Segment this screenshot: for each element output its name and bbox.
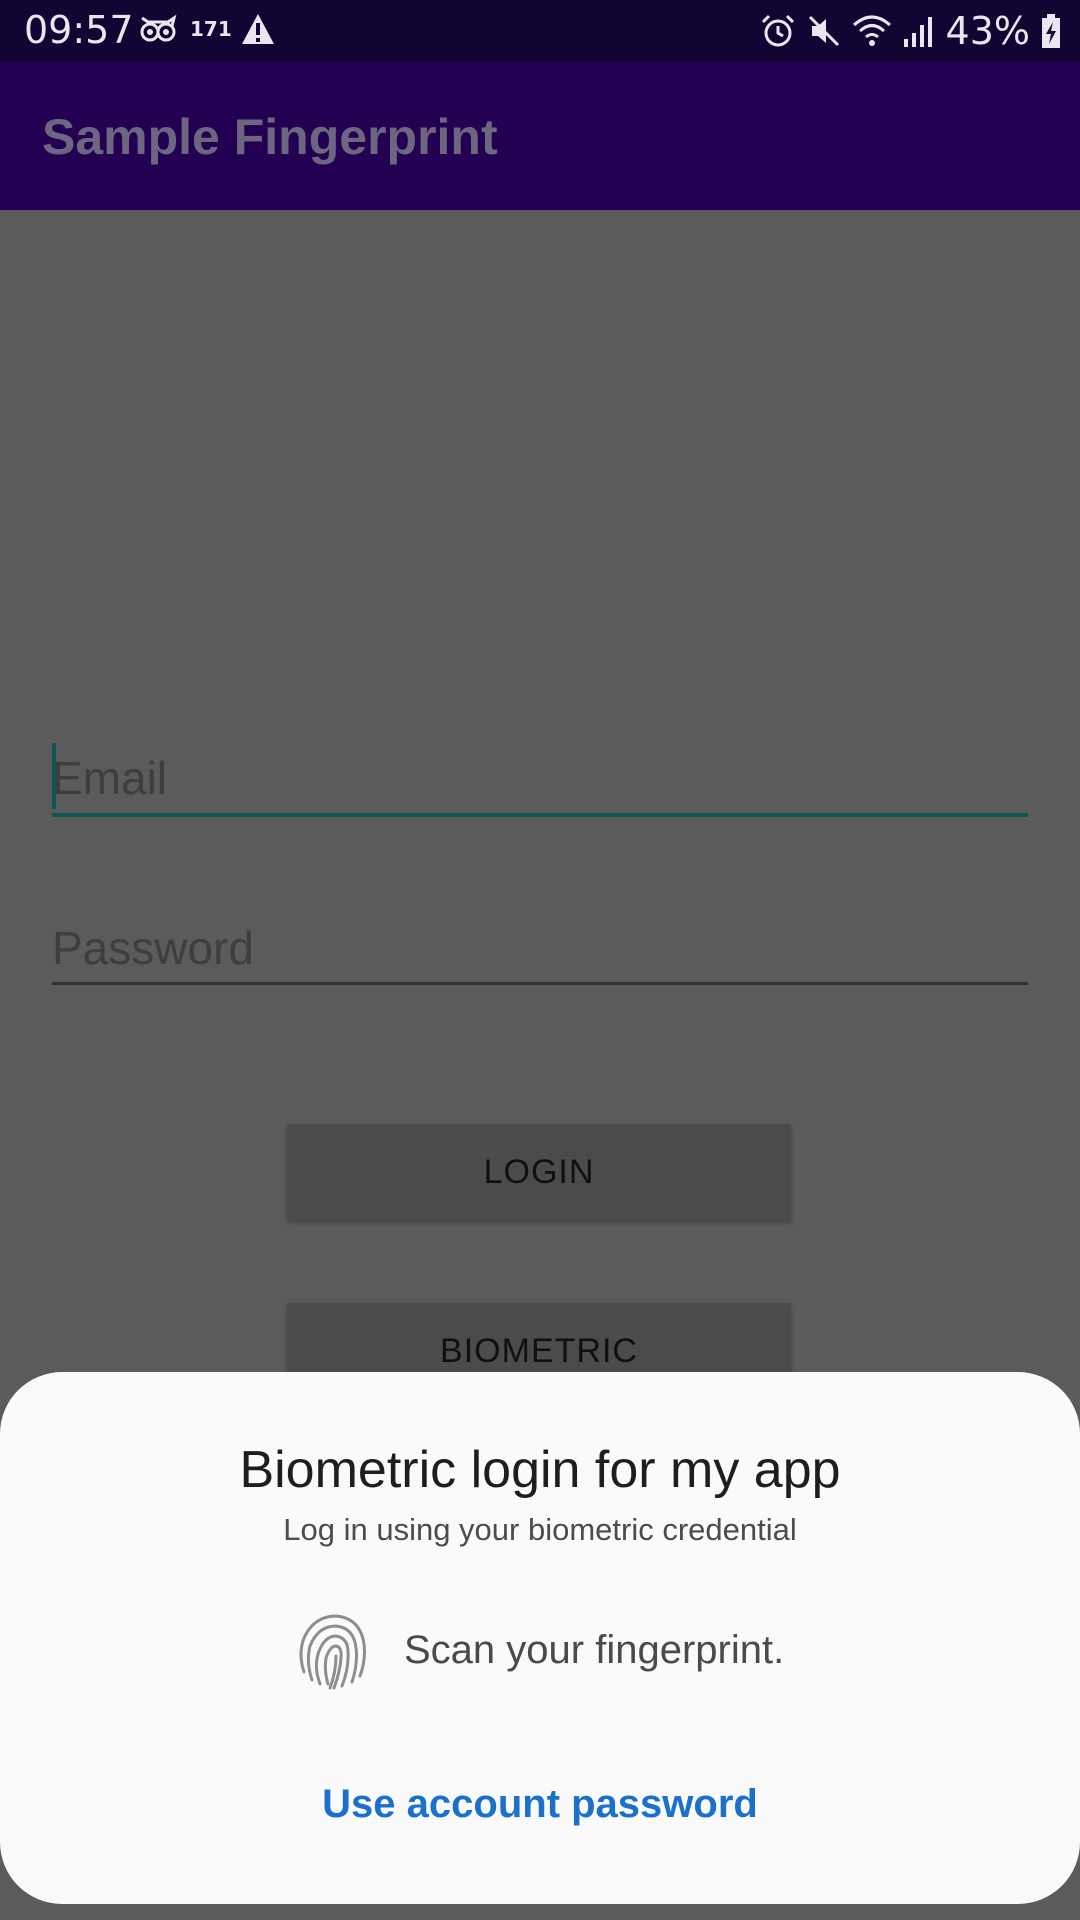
app-bar: Sample Fingerprint xyxy=(0,62,1080,210)
battery-charging-icon xyxy=(1042,14,1060,48)
notification-count: 171 xyxy=(190,17,232,41)
app-title: Sample Fingerprint xyxy=(42,109,498,165)
fingerprint-icon xyxy=(299,1614,366,1690)
alarm-icon xyxy=(761,14,794,47)
email-field[interactable]: Email xyxy=(52,735,1028,817)
login-button[interactable]: LOGIN xyxy=(287,1124,791,1220)
prompt-subtitle: Log in using your biometric credential xyxy=(283,1512,797,1547)
signal-icon xyxy=(903,17,932,47)
email-underline xyxy=(52,813,1028,817)
password-placeholder: Password xyxy=(52,922,254,974)
status-time: 09:57 xyxy=(24,8,134,52)
owl-icon xyxy=(140,14,177,42)
mute-icon xyxy=(808,15,839,47)
battery-percent: 43% xyxy=(945,9,1030,53)
warning-icon xyxy=(242,14,274,44)
status-icons: 43% xyxy=(760,9,1062,53)
status-bar: 09:57 171 43% xyxy=(0,0,1080,62)
wifi-icon xyxy=(852,15,891,46)
prompt-instruction: Scan your fingerprint. xyxy=(404,1628,785,1672)
text-cursor xyxy=(52,743,56,809)
password-field[interactable]: Password xyxy=(52,905,1028,985)
password-underline xyxy=(52,982,1028,985)
use-account-password-button[interactable]: Use account password xyxy=(0,1782,1080,1827)
email-placeholder: Email xyxy=(52,752,168,804)
biometric-prompt-sheet: Biometric login for my app Log in using … xyxy=(0,1372,1080,1904)
prompt-title: Biometric login for my app xyxy=(239,1441,841,1499)
